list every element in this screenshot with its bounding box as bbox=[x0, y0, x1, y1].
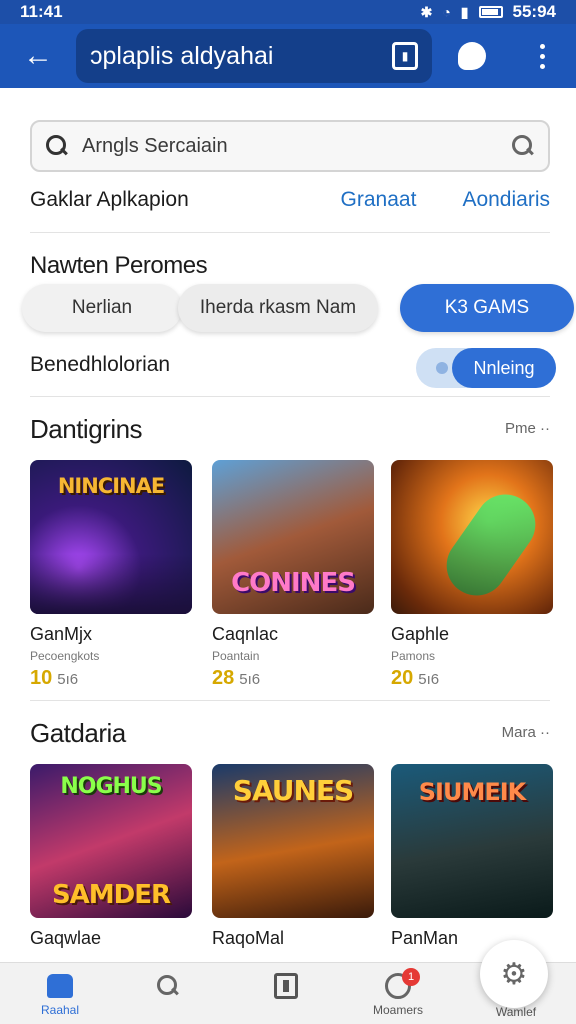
game-card[interactable]: SIUMEIK PanMan bbox=[391, 764, 553, 949]
game-rating: 10 5ı6 bbox=[30, 667, 79, 689]
chat-button[interactable] bbox=[432, 42, 512, 70]
search-submit-icon[interactable] bbox=[512, 135, 534, 157]
bookmark-icon[interactable]: ▮ bbox=[392, 42, 418, 70]
benef-label: Benedhlolorian bbox=[30, 353, 171, 376]
game-art-title: SAMDER bbox=[51, 880, 171, 910]
nav-notifications-label: Moamers bbox=[372, 1003, 423, 1017]
wifi-icon: ◔ bbox=[442, 4, 451, 20]
app-bar: ← ɔplaplis aldyahai ▮ bbox=[0, 24, 576, 88]
signal-icon: ▮ bbox=[460, 3, 469, 20]
game-thumbnail: NOGHUS SAMDER bbox=[30, 764, 192, 918]
settings-gear-icon[interactable]: ⚙ bbox=[480, 940, 548, 1008]
toggle-dot bbox=[436, 362, 448, 374]
bluetooth-icon: ✱ bbox=[420, 3, 433, 20]
chip-iherda[interactable]: Iherda rkasm Nam bbox=[178, 284, 378, 332]
filter-row: Gaklar Aplkapion Granaat Aondiaris bbox=[30, 188, 550, 212]
filter-link-aondiaris[interactable]: Aondiaris bbox=[462, 188, 550, 212]
section-title: Gatdaria bbox=[30, 718, 126, 748]
divider bbox=[30, 396, 550, 397]
search-bar[interactable] bbox=[30, 120, 550, 172]
chip-group: Nerlian Iherda rkasm Nam K3 GAMS bbox=[22, 284, 574, 332]
nav-search[interactable] bbox=[128, 969, 208, 1003]
section-title: Dantigrins bbox=[30, 414, 143, 444]
section-more-link[interactable]: Pme ·· bbox=[505, 420, 550, 437]
game-thumbnail: CONINES bbox=[212, 460, 374, 614]
chat-icon bbox=[458, 42, 486, 70]
app-title: ɔplaplis aldyahai bbox=[90, 41, 274, 70]
notification-icon: 1 bbox=[385, 968, 420, 999]
nav-notifications[interactable]: 1 Moamers bbox=[358, 968, 438, 1017]
home-icon bbox=[47, 974, 73, 998]
game-name: Gaphle bbox=[391, 624, 450, 644]
game-rating: 20 5ı6 bbox=[391, 667, 440, 689]
filter-label: Gaklar Aplkapion bbox=[30, 188, 189, 211]
game-art-title: NINCINAE bbox=[57, 474, 165, 498]
game-card[interactable]: SAUNES RaqoMal bbox=[212, 764, 374, 949]
search-icon bbox=[157, 975, 179, 997]
title-box[interactable]: ɔplaplis aldyahai ▮ bbox=[76, 29, 432, 83]
game-art-title: SAUNES bbox=[232, 774, 354, 807]
game-name: Caqnlac bbox=[212, 624, 279, 644]
game-art-title: SIUMEIK bbox=[418, 778, 527, 806]
nav-home[interactable]: Raahal bbox=[20, 969, 100, 1017]
search-icon bbox=[46, 135, 68, 157]
game-name: Gaqwlae bbox=[30, 928, 102, 948]
notification-badge: 1 bbox=[402, 968, 420, 986]
status-clock: 55:94 bbox=[512, 2, 556, 21]
app-screen: 11:41 ✱ ◔ ▮ 55:94 ← ɔplaplis aldyahai ▮ … bbox=[0, 0, 576, 1024]
game-art-top: NOGHUS bbox=[60, 774, 162, 799]
game-rating: 28 5ı6 bbox=[212, 667, 261, 689]
search-input[interactable] bbox=[82, 134, 498, 158]
more-menu-icon[interactable] bbox=[512, 43, 572, 69]
section-more-link[interactable]: Mara ·· bbox=[502, 724, 550, 741]
game-card[interactable]: NOGHUS SAMDER Gaqwlae bbox=[30, 764, 192, 949]
game-thumbnail: SIUMEIK bbox=[391, 764, 553, 918]
game-art-title: CONINES bbox=[231, 568, 356, 598]
game-card[interactable]: CONINES Caqnlac Poantain 28 5ı6 bbox=[212, 460, 374, 690]
game-subtitle: Pecoengkots bbox=[30, 649, 100, 663]
nav-home-label: Raahal bbox=[40, 1003, 80, 1017]
status-time: 11:41 bbox=[20, 2, 63, 21]
library-icon bbox=[274, 973, 298, 999]
toggle-label: Nnleing bbox=[452, 348, 556, 388]
filter-link-granaat[interactable]: Granaat bbox=[341, 188, 417, 212]
game-card[interactable]: NINCINAE GanMjx Pecoengkots 10 5ı6 bbox=[30, 460, 192, 690]
filters-title: Nawten Peromes bbox=[30, 252, 208, 279]
back-arrow-icon[interactable]: ← bbox=[0, 24, 76, 88]
nav-library[interactable] bbox=[246, 969, 326, 1003]
battery-icon bbox=[478, 6, 503, 18]
divider bbox=[30, 232, 550, 233]
divider bbox=[30, 700, 550, 701]
game-card[interactable]: Gaphle Pamons 20 5ı6 bbox=[391, 460, 553, 690]
chip-nerlian[interactable]: Nerlian bbox=[22, 284, 182, 332]
chip-k3-games[interactable]: K3 GAMS bbox=[400, 284, 574, 332]
game-name: RaqoMal bbox=[212, 928, 285, 948]
game-thumbnail bbox=[391, 460, 553, 614]
toggle-switch[interactable]: Nnleing bbox=[416, 348, 556, 388]
game-name: GanMjx bbox=[30, 624, 93, 644]
game-subtitle: Pamons bbox=[391, 649, 436, 663]
game-thumbnail: SAUNES bbox=[212, 764, 374, 918]
game-subtitle: Poantain bbox=[212, 649, 260, 663]
status-bar: 11:41 ✱ ◔ ▮ 55:94 bbox=[0, 0, 576, 24]
game-thumbnail: NINCINAE bbox=[30, 460, 192, 614]
